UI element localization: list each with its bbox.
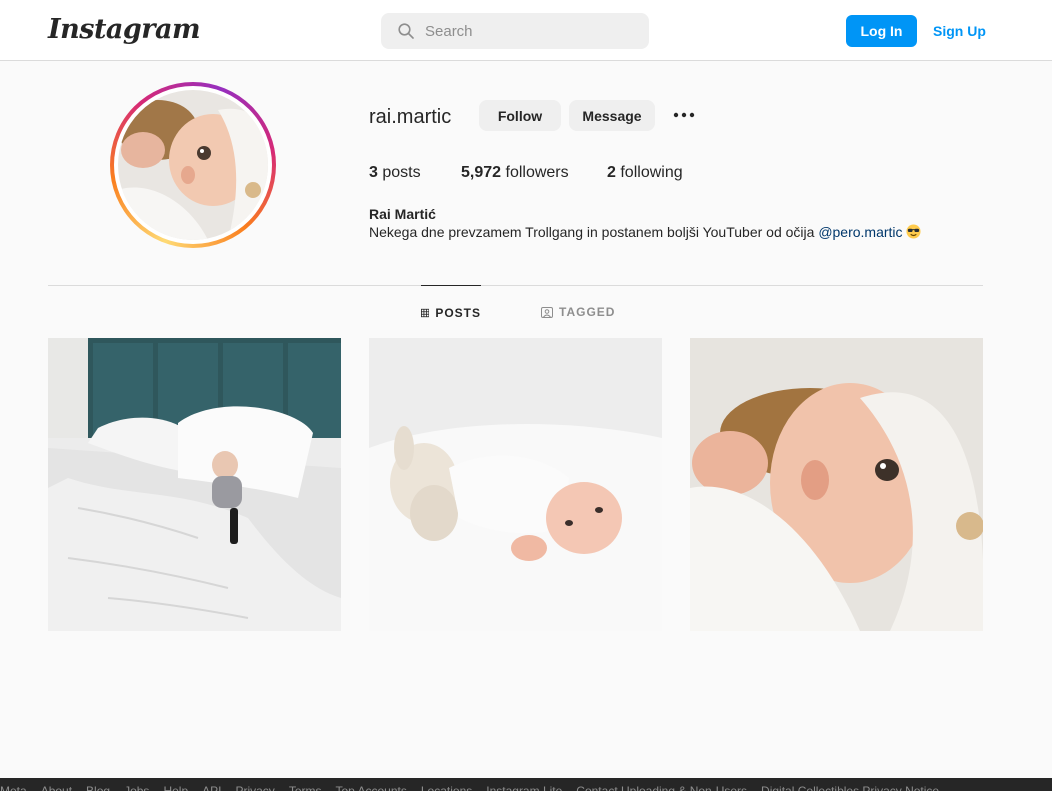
posts-label: posts [382,164,421,181]
followers-count: 5,972 [461,164,502,181]
more-options-icon[interactable] [671,104,697,126]
tagged-icon [541,306,553,318]
following-stat[interactable]: 2 following [607,164,683,182]
profile-divider [48,285,983,286]
footer-link[interactable]: API [202,784,221,791]
footer-link[interactable]: Jobs [124,784,149,791]
profile-bio: Nekega dne prevzamem Trollgang in postan… [369,224,921,240]
profile-full-name: Rai Martić [369,206,436,222]
footer-link[interactable]: About [41,784,72,791]
top-navigation-bar: Instagram Log In Sign Up [0,0,1052,61]
tab-posts[interactable]: POSTS [421,285,481,320]
grid-icon [421,308,430,317]
following-label: following [620,164,683,181]
post-image-1 [48,338,341,631]
search-box[interactable] [381,13,649,49]
bio-mention-link[interactable]: @pero.martic [818,224,902,240]
footer-link[interactable]: Top Accounts [335,784,406,791]
profile-username: rai.martic [369,106,452,128]
signup-link[interactable]: Sign Up [933,23,986,39]
search-icon [398,23,414,39]
sunglasses-emoji-icon [906,224,921,239]
footer-link[interactable]: Blog [86,784,110,791]
footer-link[interactable]: Help [163,784,188,791]
profile-avatar[interactable] [110,82,276,248]
posts-count: 3 [369,164,378,181]
followers-stat[interactable]: 5,972 followers [461,164,569,182]
post-image-2 [369,338,662,631]
footer-link[interactable]: Meta [0,784,27,791]
tab-posts-label: POSTS [435,305,481,320]
post-thumbnail-1[interactable] [48,338,341,631]
followers-label: followers [505,164,569,181]
avatar-image [118,90,268,240]
posts-stat: 3 posts [369,164,421,182]
footer-link[interactable]: Digital Collectibles Privacy Notice [761,784,939,791]
footer-link[interactable]: Privacy [235,784,274,791]
footer-link[interactable]: Contact Uploading & Non-Users [576,784,747,791]
tab-tagged-label: TAGGED [559,305,616,319]
following-count: 2 [607,164,616,181]
search-input[interactable] [425,13,635,49]
login-button[interactable]: Log In [846,15,917,47]
message-button[interactable]: Message [569,100,655,131]
tab-tagged[interactable]: TAGGED [541,285,615,319]
follow-button[interactable]: Follow [479,100,561,131]
footer-link[interactable]: Terms [289,784,322,791]
bio-text: Nekega dne prevzamem Trollgang in postan… [369,224,819,240]
post-thumbnail-2[interactable] [369,338,662,631]
footer-links: Meta About Blog Jobs Help API Privacy Terms Top … [0,778,1052,791]
post-image-3 [690,338,983,631]
instagram-logo[interactable]: Instagram [48,14,201,45]
footer-link[interactable]: Locations [421,784,472,791]
post-thumbnail-3[interactable] [690,338,983,631]
footer-link[interactable]: Instagram Lite [486,784,562,791]
